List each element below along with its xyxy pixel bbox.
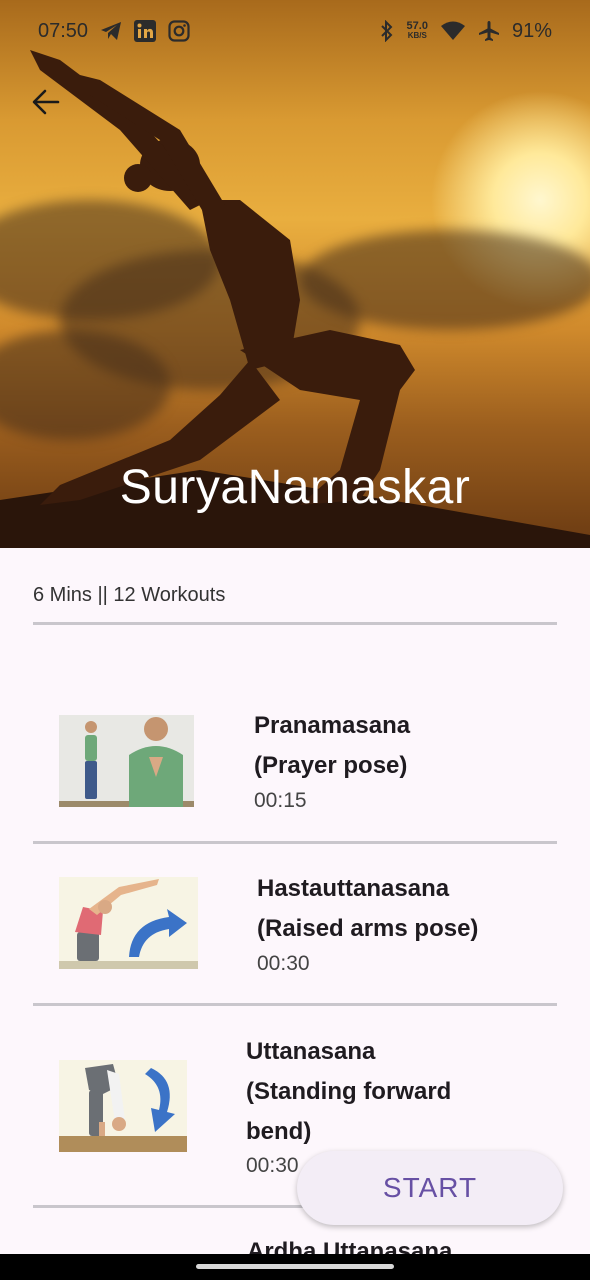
telegram-icon — [100, 21, 122, 41]
workout-summary: 6 Mins || 12 Workouts — [33, 584, 226, 606]
exercise-name: Pranamasana (Prayer pose) — [254, 712, 411, 779]
exercise-thumbnail-image — [59, 877, 198, 969]
divider — [33, 841, 557, 844]
gesture-handle[interactable] — [196, 1264, 394, 1269]
back-button[interactable] — [24, 80, 68, 124]
exercise-name: Uttanasana (Standing forward bend) — [246, 1038, 452, 1145]
wifi-icon — [440, 21, 466, 41]
airplane-mode-icon — [478, 20, 500, 42]
status-time: 07:50 — [38, 19, 89, 42]
start-button[interactable]: START — [297, 1151, 563, 1225]
status-bar: 07:50 57.0 KB/S 91% — [0, 0, 590, 62]
instagram-icon — [168, 20, 190, 42]
bluetooth-icon — [379, 20, 395, 42]
divider — [33, 1003, 557, 1006]
exercise-duration: 00:30 — [246, 1154, 299, 1177]
exercise-duration: 00:30 — [257, 952, 310, 975]
exercise-item[interactable]: Pranamasana (Prayer pose) 00:15 — [0, 700, 590, 840]
arrow-left-icon — [32, 89, 60, 115]
exercise-thumbnail-image — [59, 715, 194, 807]
exercise-duration: 00:15 — [254, 789, 307, 812]
exercise-name: Hastauttanasana (Raised arms pose) — [257, 875, 479, 942]
exercise-thumbnail-image — [59, 1060, 187, 1152]
divider — [33, 622, 557, 625]
linkedin-icon — [134, 20, 157, 42]
battery-level: 91% — [511, 19, 552, 42]
network-speed: 57.0 KB/S — [406, 20, 428, 41]
page-title: SuryaNamaskar — [119, 461, 471, 514]
exercise-item[interactable]: Hastauttanasana (Raised arms pose) 00:30 — [0, 862, 590, 1002]
